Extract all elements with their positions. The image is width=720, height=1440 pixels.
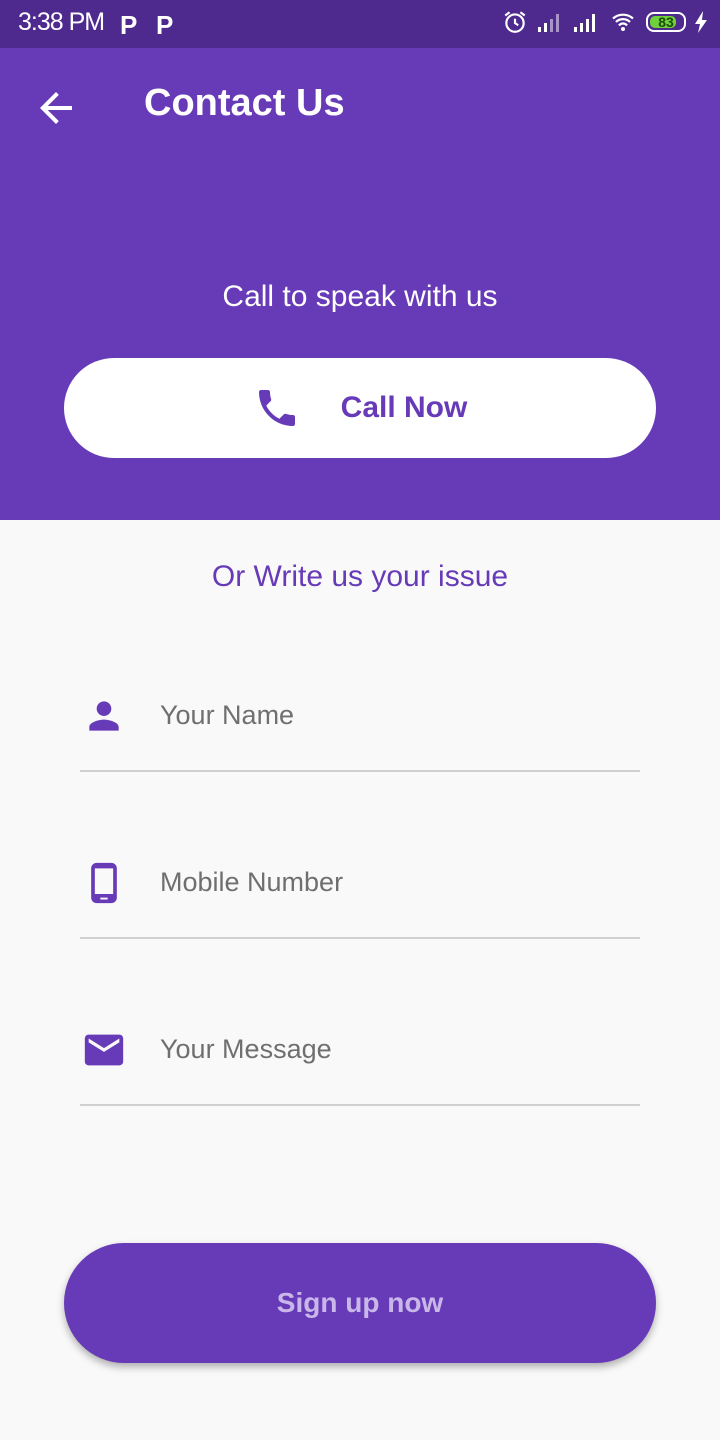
phone-icon	[258, 390, 295, 426]
back-button[interactable]	[32, 84, 80, 132]
call-now-button[interactable]: Call Now	[64, 358, 656, 458]
signal-icon	[538, 14, 559, 32]
battery-level: 83	[658, 14, 674, 30]
alarm-icon	[504, 11, 526, 33]
person-icon	[80, 692, 128, 740]
call-caption: Call to speak with us	[222, 280, 498, 313]
form-subheading: Or Write us your issue	[211, 560, 509, 593]
status-time: 3:38 PM	[18, 8, 105, 36]
name-field[interactable]: Your Name	[80, 670, 640, 772]
header: Contact Us Call to speak with us Call No…	[0, 48, 720, 520]
wifi-icon	[612, 13, 634, 31]
notification-p-icon: P	[156, 10, 174, 40]
sign-up-label: Sign up now	[276, 1287, 444, 1318]
charging-icon	[695, 11, 707, 33]
name-placeholder: Your Name	[160, 700, 295, 730]
status-bar: 3:38 PM P P 83	[0, 0, 720, 48]
mobile-phone-icon	[80, 859, 128, 907]
page-title: Contact Us	[144, 82, 345, 124]
signal-icon	[574, 14, 595, 32]
message-placeholder: Your Message	[160, 1034, 332, 1064]
battery-icon: 83	[646, 12, 686, 32]
mail-icon	[80, 1026, 128, 1074]
sign-up-button[interactable]: Sign up now	[64, 1243, 656, 1363]
mobile-number-field[interactable]: Mobile Number	[80, 837, 640, 939]
mobile-number-placeholder: Mobile Number	[160, 867, 344, 897]
message-field[interactable]: Your Message	[80, 1004, 640, 1106]
arrow-back-icon	[40, 92, 72, 124]
notification-p-icon: P	[120, 10, 138, 40]
call-now-label: Call Now	[340, 391, 468, 424]
